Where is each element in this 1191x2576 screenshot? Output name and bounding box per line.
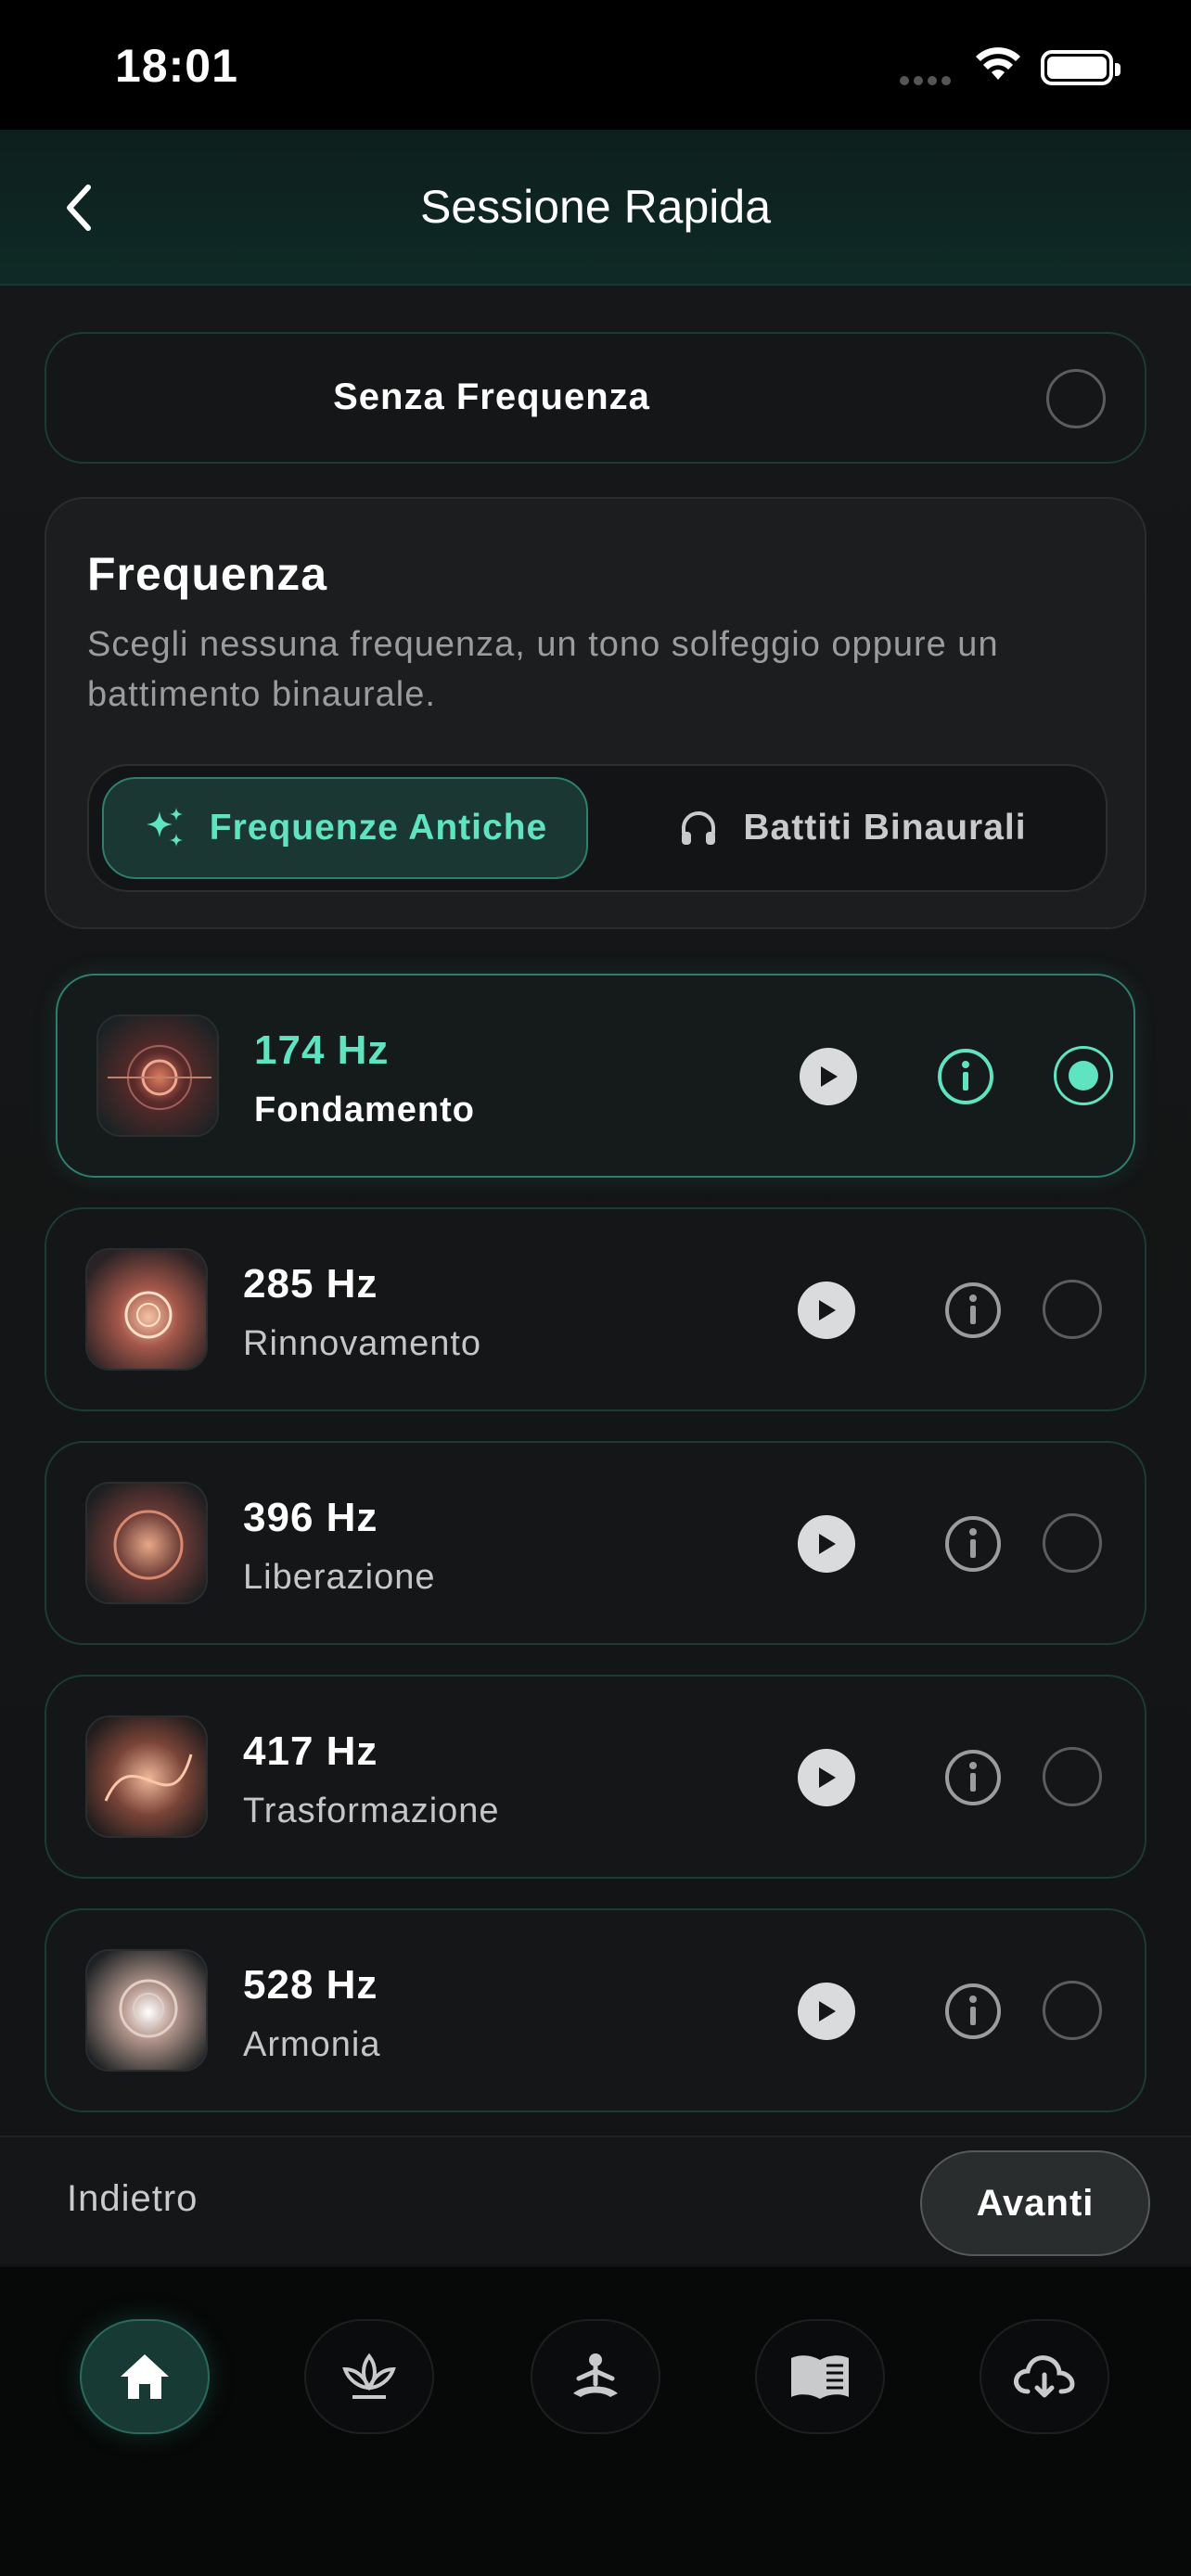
play-icon [819,1534,836,1554]
sparkles-icon [146,808,183,847]
play-icon [819,1300,836,1320]
frequency-artwork [96,1014,219,1137]
tab-label: Frequenze Antiche [209,808,548,848]
no-frequency-radio[interactable] [1046,369,1106,428]
frequency-radio[interactable] [1043,1513,1102,1573]
headphones-icon [682,811,716,845]
frequency-name: Trasformazione [243,1792,500,1830]
frequency-type-segmented-control: Frequenze Antiche Battiti Binaurali [87,764,1108,892]
frequency-item-396[interactable]: 396 Hz Liberazione [45,1441,1146,1645]
frequency-radio[interactable] [1043,1747,1102,1806]
action-bar: Indietro Avanti [0,2136,1191,2265]
frequency-hz: 528 Hz [243,1962,378,2008]
next-button[interactable]: Avanti [920,2150,1150,2256]
frequency-name: Armonia [243,2025,381,2064]
book-icon [791,2355,849,2399]
nav-header: Sessione Rapida [0,130,1191,286]
frequency-panel-title: Frequenza [87,548,328,600]
frequency-hz: 417 Hz [243,1728,378,1774]
frequency-artwork [85,1248,208,1371]
frequency-item-417[interactable]: 417 Hz Trasformazione [45,1675,1146,1879]
back-action-button[interactable]: Indietro [67,2178,198,2220]
frequency-item-528[interactable]: 528 Hz Armonia [45,1908,1146,2112]
status-bar: 18:01 [0,0,1191,130]
page-title: Sessione Rapida [419,181,772,233]
frequency-hz: 396 Hz [243,1495,378,1540]
status-time: 18:01 [115,40,238,92]
play-icon [819,2001,836,2021]
play-button[interactable] [800,1048,857,1105]
info-icon[interactable] [942,1280,1004,1341]
tab-frequenze-antiche[interactable]: Frequenze Antiche [102,777,588,879]
main-content: Senza Frequenza Frequenza Scegli nessuna… [0,286,1191,2136]
frequency-item-174[interactable]: 174 Hz Fondamento [56,974,1135,1178]
play-icon [819,1767,836,1788]
tab-meditation[interactable] [531,2319,660,2434]
frequency-artwork [85,1482,208,1604]
info-icon[interactable] [942,1513,1004,1575]
frequency-radio[interactable] [1054,1046,1113,1105]
frequency-radio[interactable] [1043,1280,1102,1339]
info-icon[interactable] [935,1046,996,1107]
cellular-signal-icon [900,76,951,85]
frequency-radio[interactable] [1043,1981,1102,2040]
wifi-icon [976,47,1020,80]
frequency-hz: 174 Hz [254,1027,390,1073]
battery-icon [1041,50,1121,85]
info-icon[interactable] [942,1981,1004,2042]
frequency-name: Liberazione [243,1558,436,1597]
frequency-artwork [85,1715,208,1838]
frequency-hz: 285 Hz [243,1261,378,1307]
play-icon [821,1066,838,1087]
frequency-panel: Frequenza Scegli nessuna frequenza, un t… [45,497,1146,929]
tab-home[interactable] [80,2319,210,2434]
lotus-icon [342,2353,396,2399]
play-button[interactable] [798,1983,855,2040]
no-frequency-option[interactable]: Senza Frequenza [45,332,1146,464]
frequency-panel-description: Scegli nessuna frequenza, un tono solfeg… [87,625,999,714]
no-frequency-label: Senza Frequenza [333,376,650,417]
frequency-artwork [85,1949,208,2072]
tab-library[interactable] [755,2319,885,2434]
play-button[interactable] [798,1282,855,1339]
cloud-download-icon [1014,2355,1075,2398]
tab-label: Battiti Binaurali [743,808,1027,848]
tab-bar [0,2265,1191,2576]
play-button[interactable] [798,1749,855,1806]
tab-downloads[interactable] [980,2319,1109,2434]
frequency-name: Rinnovamento [243,1324,482,1363]
tab-battiti-binaurali[interactable]: Battiti Binaurali [608,777,1096,879]
meditation-icon [573,2353,618,2397]
info-icon[interactable] [942,1747,1004,1808]
home-icon [121,2354,169,2399]
frequency-item-285[interactable]: 285 Hz Rinnovamento [45,1207,1146,1411]
play-button[interactable] [798,1515,855,1573]
tab-lotus[interactable] [304,2319,434,2434]
frequency-name: Fondamento [254,1090,475,1129]
